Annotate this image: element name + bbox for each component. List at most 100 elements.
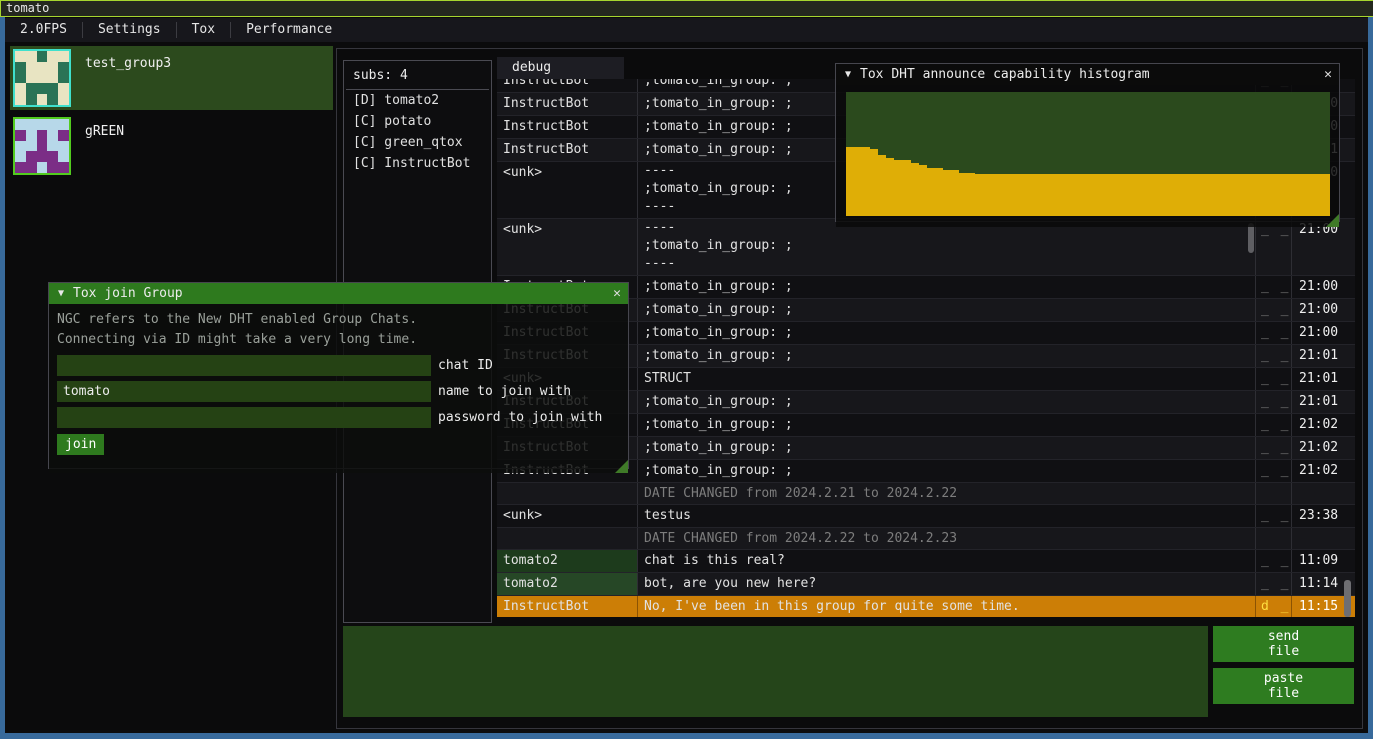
avatar-pixel (47, 162, 58, 173)
menu-tox[interactable]: Tox (177, 18, 230, 42)
collapse-icon[interactable]: ▼ (845, 69, 851, 80)
delivery-marker: _ _ (1256, 345, 1292, 367)
close-icon[interactable]: ✕ (606, 286, 628, 301)
ngc-info-line: Connecting via ID might take a very long… (57, 330, 628, 350)
message-scrollbar[interactable] (1248, 223, 1254, 253)
avatar-pixel (15, 162, 26, 173)
delivery-marker: _ _ (1256, 414, 1292, 436)
sender-name: tomato2 (497, 573, 638, 595)
subs-member[interactable]: [D] tomato2 (344, 90, 491, 111)
avatar-pixel (37, 94, 48, 105)
resize-grip-icon[interactable] (615, 460, 628, 473)
sender-name: InstructBot (497, 79, 638, 92)
join-group-window[interactable]: ▼ Tox join Group ✕ NGC refers to the New… (48, 282, 629, 469)
close-icon[interactable]: ✕ (1317, 67, 1339, 82)
send-file-button[interactable]: send file (1213, 626, 1354, 662)
delivery-marker: _ _ (1256, 368, 1292, 390)
join-field-row: chat ID (57, 355, 628, 376)
histogram-bar (1169, 174, 1177, 216)
histogram-bar (943, 170, 951, 216)
sender-name: InstructBot (497, 116, 638, 138)
avatar-pixel (15, 51, 26, 62)
histogram-bar (1289, 174, 1297, 216)
histogram-bar (951, 170, 959, 216)
date-changed-row[interactable]: DATE CHANGED from 2024.2.21 to 2024.2.22 (497, 483, 1355, 505)
histogram-bar (902, 160, 910, 216)
name-to-join-with-input[interactable]: tomato (57, 381, 431, 402)
subs-member[interactable]: [C] green_qtox (344, 132, 491, 153)
menu-settings[interactable]: Settings (83, 18, 176, 42)
timestamp: 21:02 (1292, 437, 1351, 459)
histogram-bar (1048, 174, 1056, 216)
sender-name: InstructBot (497, 596, 638, 617)
ngc-info-line: NGC refers to the New DHT enabled Group … (57, 310, 628, 330)
subs-member-list: [D] tomato2[C] potato[C] green_qtox[C] I… (344, 90, 491, 174)
avatar-pixel (37, 130, 48, 141)
collapse-icon[interactable]: ▼ (58, 288, 64, 299)
group-avatar (13, 117, 71, 175)
histogram-bar (1080, 174, 1088, 216)
avatar-pixel (47, 119, 58, 130)
avatar-pixel (26, 51, 37, 62)
histogram-bar (886, 158, 894, 216)
message-text: STRUCT (638, 368, 1256, 390)
avatar-pixel (47, 94, 58, 105)
avatar-pixel (47, 62, 58, 73)
chat-scrollbar[interactable] (1344, 580, 1351, 617)
message-text: chat is this real? (638, 550, 1256, 572)
tab-debug[interactable]: debug (497, 57, 624, 79)
chat-message-row[interactable]: tomato2chat is this real?_ _11:09 (497, 550, 1355, 573)
avatar-pixel (26, 151, 37, 162)
histogram-window[interactable]: ▼ Tox DHT announce capability histogram … (835, 63, 1340, 222)
join-button[interactable]: join (57, 434, 104, 455)
date-changed-row[interactable]: DATE CHANGED from 2024.2.22 to 2024.2.23 (497, 528, 1355, 550)
resize-grip-icon[interactable] (1326, 214, 1339, 227)
paste-file-button[interactable]: paste file (1213, 668, 1354, 704)
histogram-bar (983, 174, 991, 216)
group-item-test_group3[interactable]: test_group3 (10, 46, 333, 110)
field-label: name to join with (438, 384, 571, 399)
avatar-pixel (58, 94, 69, 105)
subs-member[interactable]: [C] potato (344, 111, 491, 132)
delivery-marker: _ _ (1256, 550, 1292, 572)
histogram-bar (1136, 174, 1144, 216)
avatar-pixel (37, 141, 48, 152)
join-group-titlebar[interactable]: ▼ Tox join Group ✕ (49, 283, 628, 304)
chat-message-row[interactable]: <unk>----;tomato_in_group: ;----_ _21:00 (497, 219, 1355, 276)
histogram-bar (1088, 174, 1096, 216)
histogram-bar (1193, 174, 1201, 216)
sender-name: <unk> (497, 162, 638, 218)
message-input[interactable] (343, 626, 1208, 717)
avatar-pixel (47, 130, 58, 141)
menu-bar: 2.0FPS Settings Tox Performance (5, 18, 1368, 42)
avatar-pixel (37, 151, 48, 162)
chat-message-row[interactable]: InstructBotNo, I've been in this group f… (497, 596, 1355, 617)
os-window-title[interactable]: tomato (0, 0, 1373, 17)
delivery-marker: _ _ (1256, 573, 1292, 595)
menu-performance[interactable]: Performance (231, 18, 347, 42)
histogram-window-titlebar[interactable]: ▼ Tox DHT announce capability histogram … (836, 64, 1339, 85)
histogram-bar (1298, 174, 1306, 216)
group-item-green[interactable]: gREEN (10, 114, 333, 178)
chat-message-row[interactable]: tomato2bot, are you new here?_ _11:14 (497, 573, 1355, 596)
join-group-window-title: Tox join Group (73, 286, 606, 301)
histogram-bar (846, 147, 854, 216)
delivery-marker (1256, 528, 1292, 549)
histogram-bar (1257, 174, 1265, 216)
delivery-marker: _ _ (1256, 437, 1292, 459)
delivery-marker (1256, 483, 1292, 504)
chat-ID-input[interactable] (57, 355, 431, 376)
password-to-join-with-input[interactable] (57, 407, 431, 428)
avatar-pixel (26, 141, 37, 152)
message-text: ;tomato_in_group: ; (638, 345, 1256, 367)
histogram-bar (1185, 174, 1193, 216)
histogram-bar (1233, 174, 1241, 216)
subs-member[interactable]: [C] InstructBot (344, 153, 491, 174)
message-text: ----;tomato_in_group: ;---- (638, 219, 1256, 275)
avatar-pixel (58, 51, 69, 62)
histogram-bar (1273, 174, 1281, 216)
chat-message-row[interactable]: <unk>testus_ _23:38 (497, 505, 1355, 528)
message-text: ;tomato_in_group: ; (638, 391, 1256, 413)
delivery-marker: _ _ (1256, 391, 1292, 413)
histogram-bar (1249, 174, 1257, 216)
